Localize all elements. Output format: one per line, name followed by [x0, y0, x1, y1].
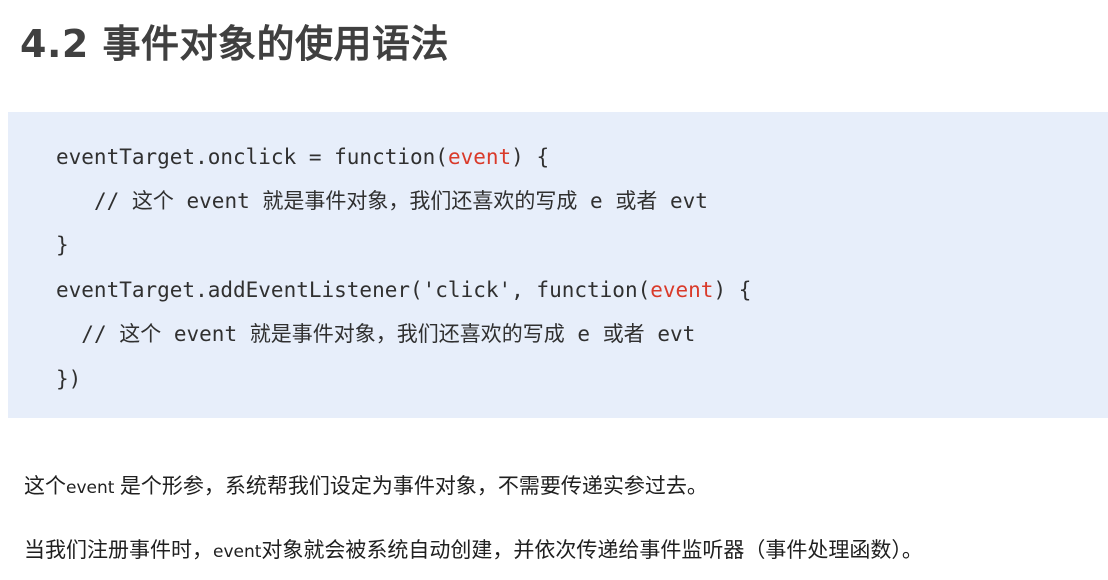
- para-keyword: event: [66, 478, 120, 498]
- code-line-1: eventTarget.onclick = function(event) {: [56, 143, 549, 171]
- para-text: 是个形参，系统帮我们设定为事件对象，不需要传递实参过去。: [119, 474, 708, 498]
- code-comment-text: evt: [644, 322, 696, 346]
- code-text: ) {: [713, 278, 752, 302]
- para-keyword: event: [213, 542, 262, 562]
- code-text: eventTarget.onclick = function(: [56, 145, 448, 169]
- code-text: eventTarget.addEventListener('click', fu…: [56, 278, 651, 302]
- code-comment-text: event: [173, 189, 263, 213]
- code-line-4: eventTarget.addEventListener('click', fu…: [56, 276, 751, 304]
- para-text: 对象就会被系统自动创建，并依次传递给事件监听器（事件处理函数）。: [261, 538, 923, 562]
- code-line-5: // 这个 event 就是事件对象，我们还喜欢的写成 e 或者 evt: [56, 320, 695, 348]
- para-text: 这个: [24, 474, 66, 498]
- code-param-event: event: [447, 145, 512, 169]
- code-comment-text: 或者: [602, 322, 645, 346]
- code-comment-text: e: [577, 189, 616, 213]
- explanation-paragraph-1: 这个event 是个形参，系统帮我们设定为事件对象，不需要传递实参过去。: [24, 469, 708, 505]
- explanation-paragraph-2: 当我们注册事件时，event对象就会被系统自动创建，并依次传递给事件监听器（事件…: [24, 533, 923, 569]
- page-title: 4.2 事件对象的使用语法: [20, 22, 450, 66]
- code-comment-text: 这个: [131, 189, 174, 213]
- code-comment-text: event: [161, 322, 250, 346]
- para-text: 当我们注册事件时，: [24, 538, 213, 562]
- code-block: eventTarget.onclick = function(event) { …: [8, 112, 1108, 418]
- code-line-6: }): [56, 367, 82, 391]
- code-comment-text: 就是事件对象，我们还喜欢的写成: [262, 189, 578, 213]
- code-comment-marker: //: [93, 189, 132, 213]
- slide-page: 4.2 事件对象的使用语法 eventTarget.onclick = func…: [0, 0, 1108, 580]
- code-comment-text: evt: [657, 189, 708, 213]
- code-comment-text: e: [564, 322, 603, 346]
- code-comment-marker: //: [81, 322, 120, 346]
- code-comment-text: 就是事件对象，我们还喜欢的写成: [249, 322, 565, 346]
- code-line-2: // 这个 event 就是事件对象，我们还喜欢的写成 e 或者 evt: [56, 187, 708, 215]
- code-line-3: }: [56, 233, 69, 257]
- code-comment-text: 这个: [119, 322, 162, 346]
- code-comment-text: 或者: [615, 189, 658, 213]
- code-text: ) {: [511, 145, 550, 169]
- code-param-event: event: [650, 278, 714, 302]
